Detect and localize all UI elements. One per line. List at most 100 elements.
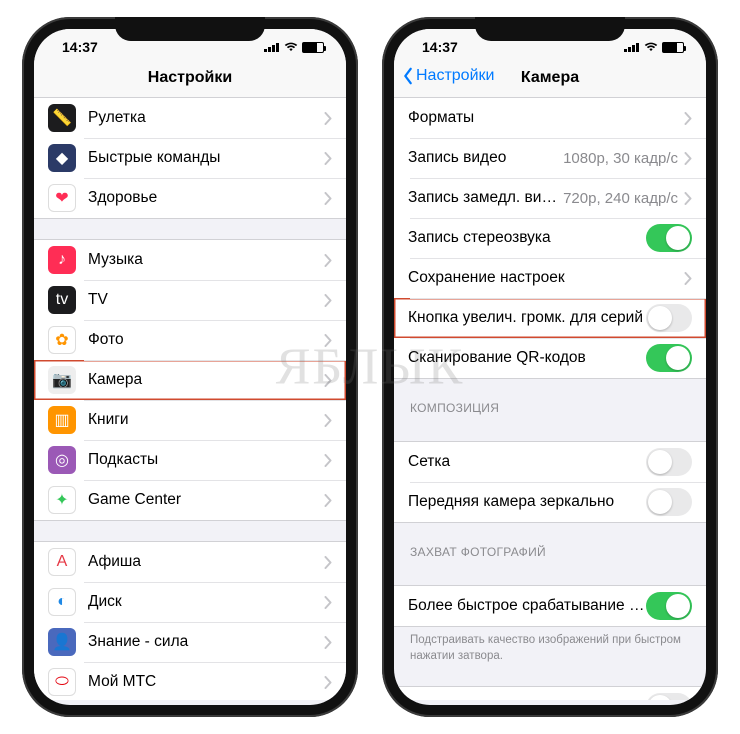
section-header: КОМПОЗИЦИЯ: [394, 379, 706, 421]
toggle-switch[interactable]: [646, 693, 692, 700]
camera-row[interactable]: Сканирование QR-кодов: [394, 338, 706, 378]
signal-icon: [624, 42, 640, 52]
settings-row-health[interactable]: ❤︎ Здоровье: [34, 178, 346, 218]
row-label: Мой МТС: [88, 673, 324, 691]
chevron-right-icon: [324, 192, 332, 205]
toggle-switch[interactable]: [646, 304, 692, 332]
row-detail: 720p, 240 кадр/с: [563, 190, 678, 207]
camera-row[interactable]: Кнопка увелич. громк. для серий: [394, 298, 706, 338]
wifi-icon: [644, 42, 658, 52]
chevron-right-icon: [324, 334, 332, 347]
row-label: TV: [88, 291, 324, 309]
row-label: Фото: [88, 331, 324, 349]
nav-title: Камера: [521, 69, 579, 86]
toggle-switch[interactable]: [646, 488, 692, 516]
health-icon: ❤︎: [48, 184, 76, 212]
knowledge-icon: 👤: [48, 628, 76, 656]
chevron-right-icon: [684, 272, 692, 285]
chevron-right-icon: [324, 254, 332, 267]
chevron-right-icon: [324, 152, 332, 165]
chevron-right-icon: [324, 676, 332, 689]
chevron-right-icon: [324, 494, 332, 507]
row-label: Здоровье: [88, 189, 324, 207]
row-label: Диск: [88, 593, 324, 611]
settings-row-camera[interactable]: 📷Камера: [34, 360, 346, 400]
wifi-icon: [284, 42, 298, 52]
settings-row-knowledge[interactable]: 👤 Знание - сила: [34, 622, 346, 662]
chevron-right-icon: [324, 454, 332, 467]
notch: [115, 17, 265, 41]
camera-icon: 📷: [48, 366, 76, 394]
toggle-switch[interactable]: [646, 224, 692, 252]
settings-row-afisha[interactable]: A Афиша: [34, 542, 346, 582]
row-label: Запись стереозвука: [408, 229, 646, 247]
battery-icon: [302, 42, 324, 53]
settings-row-books[interactable]: ▥ Книги: [34, 400, 346, 440]
notch: [475, 17, 625, 41]
row-label: Запись видео: [408, 149, 563, 167]
settings-row-photos[interactable]: ✿ Фото: [34, 320, 346, 360]
status-time: 14:37: [422, 39, 458, 55]
row-label: Рулетка: [88, 109, 324, 127]
afisha-icon: A: [48, 548, 76, 576]
row-label: Подкасты: [88, 451, 324, 469]
camera-row[interactable]: Более быстрое срабатывание затвора: [394, 586, 706, 626]
settings-row-mts[interactable]: ⬭ Мой МТС: [34, 662, 346, 700]
camera-row[interactable]: Запись замедл. видео720p, 240 кадр/с: [394, 178, 706, 218]
chevron-right-icon: [324, 636, 332, 649]
row-label: Более быстрое срабатывание затвора: [408, 597, 646, 615]
chevron-right-icon: [684, 112, 692, 125]
row-label: Книги: [88, 411, 324, 429]
screen-right: 14:37 Настройки Камера ФорматыЗапись вид…: [394, 29, 706, 705]
battery-icon: [662, 42, 684, 53]
tv-icon: tv: [48, 286, 76, 314]
toggle-switch[interactable]: [646, 344, 692, 372]
back-button[interactable]: Настройки: [402, 67, 494, 85]
toggle-switch[interactable]: [646, 448, 692, 476]
camera-row[interactable]: Сохранение настроек: [394, 258, 706, 298]
settings-row-disk[interactable]: ◐ Диск: [34, 582, 346, 622]
screen-left: 14:37 Настройки 📏Рулетка◆Быстрые команды…: [34, 29, 346, 705]
settings-row-podcasts[interactable]: ◎ Подкасты: [34, 440, 346, 480]
settings-row-music[interactable]: ♪ Музыка: [34, 240, 346, 280]
nav-bar: Настройки Камера: [394, 65, 706, 98]
row-label: Афиша: [88, 553, 324, 571]
row-label: Знание - сила: [88, 633, 324, 651]
podcasts-icon: ◎: [48, 446, 76, 474]
camera-row[interactable]: Передняя камера зеркально: [394, 482, 706, 522]
row-label: Смарт-HDR: [408, 698, 646, 700]
chevron-right-icon: [324, 556, 332, 569]
chevron-right-icon: [324, 414, 332, 427]
camera-row[interactable]: Запись стереозвука: [394, 218, 706, 258]
mts-icon: ⬭: [48, 668, 76, 696]
photos-icon: ✿: [48, 326, 76, 354]
signal-icon: [264, 42, 280, 52]
row-label: Кнопка увелич. громк. для серий: [408, 309, 646, 327]
camera-row[interactable]: Смарт-HDR: [394, 687, 706, 700]
settings-list[interactable]: 📏Рулетка◆Быстрые команды ❤︎ Здоровье ♪ Музык…: [34, 98, 346, 700]
row-label: Сетка: [408, 453, 646, 471]
phone-left: 14:37 Настройки 📏Рулетка◆Быстрые команды…: [22, 17, 358, 717]
camera-settings-list[interactable]: ФорматыЗапись видео1080p, 30 кадр/сЗапис…: [394, 98, 706, 700]
gamecenter-icon: ✦: [48, 486, 76, 514]
shortcuts-icon: ◆: [48, 144, 76, 172]
chevron-right-icon: [324, 374, 332, 387]
row-label: Сканирование QR-кодов: [408, 349, 646, 367]
books-icon: ▥: [48, 406, 76, 434]
camera-row[interactable]: Сетка: [394, 442, 706, 482]
settings-row-tv[interactable]: tv TV: [34, 280, 346, 320]
disk-icon: ◐: [48, 588, 76, 616]
section-header: ЗАХВАТ ФОТОГРАФИЙ: [394, 523, 706, 565]
phone-right: 14:37 Настройки Камера ФорматыЗапись вид…: [382, 17, 718, 717]
camera-row[interactable]: Форматы: [394, 98, 706, 138]
row-label: Передняя камера зеркально: [408, 493, 646, 511]
music-icon: ♪: [48, 246, 76, 274]
status-time: 14:37: [62, 39, 98, 55]
settings-row-shortcuts[interactable]: ◆Быстрые команды: [34, 138, 346, 178]
toggle-switch[interactable]: [646, 592, 692, 620]
settings-row-gamecenter[interactable]: ✦Game Center: [34, 480, 346, 520]
row-label: Сохранение настроек: [408, 269, 684, 287]
settings-row-ruler[interactable]: 📏Рулетка: [34, 98, 346, 138]
row-label: Музыка: [88, 251, 324, 269]
camera-row[interactable]: Запись видео1080p, 30 кадр/с: [394, 138, 706, 178]
